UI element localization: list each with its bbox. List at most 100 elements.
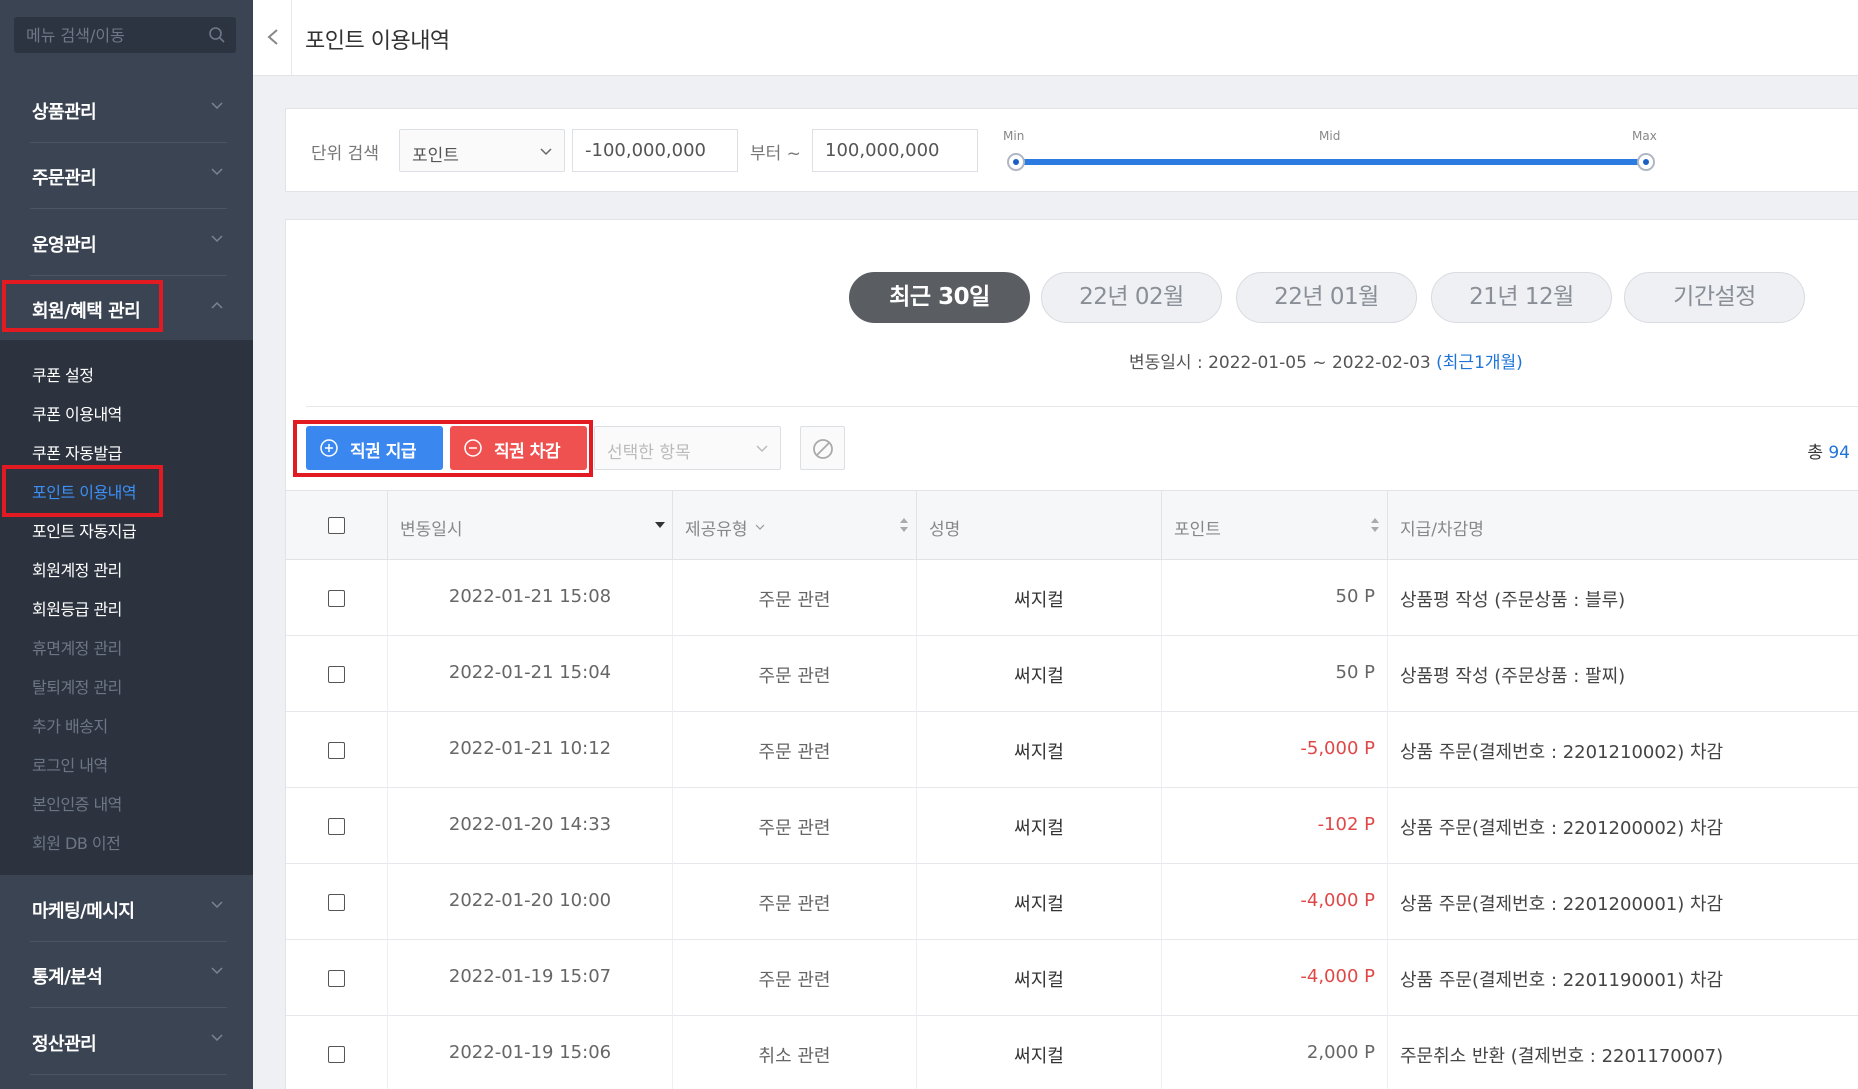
row-checkbox[interactable] — [328, 1046, 345, 1063]
search-icon[interactable] — [208, 26, 226, 44]
clear-selection-button[interactable] — [800, 426, 845, 470]
chevron-down-icon — [540, 148, 552, 156]
point-text: 2,000 P — [1306, 1042, 1375, 1063]
desc-text: 주문취소 반환 (결제번호 : 2201170007) — [1400, 1046, 1724, 1067]
cell-point: 50 P — [1162, 560, 1388, 636]
sidebar-item-member-accounts[interactable]: 회원계정 관리 — [32, 557, 122, 581]
date-text: 2022-01-19 15:06 — [448, 1042, 612, 1063]
period-tab-2021-12[interactable]: 21년 12월 — [1431, 272, 1612, 323]
sidebar-item-extra-addresses[interactable]: 추가 배송지 — [32, 713, 108, 737]
sidebar-item-point-auto-grant[interactable]: 포인트 자동지급 — [32, 518, 137, 542]
table-row[interactable]: 2022-01-21 15:04 주문 관련 써지컬 50 P 상품평 작성 (… — [286, 636, 1858, 712]
desc-text: 상품 주문(결제번호 : 2201200002) 차감 — [1400, 818, 1724, 839]
point-text: -102 P — [1317, 814, 1375, 835]
range-filter: 단위 검색 포인트 부터 ~ Min Mid Max — [285, 108, 1858, 192]
sidebar-item-coupon-settings[interactable]: 쿠폰 설정 — [32, 362, 94, 386]
max-value-input[interactable] — [812, 129, 978, 172]
type-text: 주문 관련 — [758, 970, 831, 991]
sidebar-item-login-history[interactable]: 로그인 내역 — [32, 752, 108, 776]
type-text: 주문 관련 — [758, 742, 831, 763]
point-text: -5,000 P — [1300, 738, 1375, 759]
sidebar-item-coupon-history[interactable]: 쿠폰 이용내역 — [32, 401, 122, 425]
sidebar-group-operations[interactable]: 운영관리 — [0, 209, 253, 275]
column-header-label: 지급/차감명 — [1400, 520, 1484, 540]
row-checkbox[interactable] — [328, 742, 345, 759]
table-row[interactable]: 2022-01-20 14:33 주문 관련 써지컬 -102 P 상품 주문(… — [286, 788, 1858, 864]
table-row[interactable]: 2022-01-21 15:08 주문 관련 써지컬 50 P 상품평 작성 (… — [286, 560, 1858, 636]
header-divider — [291, 0, 292, 76]
select-all-checkbox[interactable] — [328, 517, 345, 534]
period-tab-2022-01[interactable]: 22년 01월 — [1236, 272, 1417, 323]
period-range-hint[interactable]: (최근1개월) — [1436, 353, 1523, 373]
cell-name: 써지컬 — [917, 864, 1162, 940]
column-header-date[interactable]: 변동일시 — [388, 491, 673, 561]
sidebar-item-verification-history[interactable]: 본인인증 내역 — [32, 791, 122, 815]
chevron-down-icon — [211, 1034, 223, 1042]
period-tab-custom[interactable]: 기간설정 — [1624, 272, 1805, 323]
cell-date: 2022-01-19 15:07 — [388, 940, 673, 1016]
sidebar-group-settlement[interactable]: 정산관리 — [0, 1008, 253, 1074]
menu-search-input[interactable] — [26, 17, 206, 53]
sidebar-group-statistics[interactable]: 통계/분석 — [0, 941, 253, 1007]
row-checkbox[interactable] — [328, 590, 345, 607]
table-row[interactable]: 2022-01-20 10:00 주문 관련 써지컬 -4,000 P 상품 주… — [286, 864, 1858, 940]
highlight-box-point-history — [2, 465, 163, 517]
total-number: 94 — [1828, 443, 1850, 463]
sidebar: 상품관리 주문관리 운영관리 회원/혜택 관리 쿠폰 설정 쿠폰 이용내역 쿠폰… — [0, 0, 253, 1089]
name-text: 써지컬 — [1014, 590, 1064, 611]
cell-date: 2022-01-20 14:33 — [388, 788, 673, 864]
column-header-label: 포인트 — [1174, 520, 1221, 540]
chevron-down-icon — [211, 168, 223, 176]
sidebar-group-label: 주문관리 — [32, 168, 97, 189]
sidebar-group-label: 상품관리 — [32, 102, 97, 123]
sidebar-group-marketing[interactable]: 마케팅/메시지 — [0, 875, 253, 941]
min-value-input[interactable] — [572, 129, 738, 172]
sidebar-group-products[interactable]: 상품관리 — [0, 76, 253, 142]
period-tab-last-30-days[interactable]: 최근 30일 — [849, 272, 1030, 323]
selected-items-select[interactable]: 선택한 항목 — [594, 426, 781, 470]
table-row[interactable]: 2022-01-19 15:07 주문 관련 써지컬 -4,000 P 상품 주… — [286, 940, 1858, 1016]
slider-handle-min[interactable] — [1007, 153, 1025, 171]
cell-desc: 상품평 작성 (주문상품 : 블루) — [1388, 560, 1858, 636]
desc-text: 상품평 작성 (주문상품 : 블루) — [1400, 590, 1626, 611]
sidebar-item-dormant-accounts[interactable]: 휴면계정 관리 — [32, 635, 122, 659]
row-checkbox[interactable] — [328, 970, 345, 987]
table-row[interactable]: 2022-01-21 10:12 주문 관련 써지컬 -5,000 P 상품 주… — [286, 712, 1858, 788]
point-text: 50 P — [1335, 586, 1375, 607]
page-title: 포인트 이용내역 — [305, 29, 450, 54]
card-divider — [306, 406, 1858, 407]
sidebar-item-coupon-auto-issue[interactable]: 쿠폰 자동발급 — [32, 440, 122, 464]
column-header-point[interactable]: 포인트 — [1162, 491, 1388, 561]
cell-name: 써지컬 — [917, 636, 1162, 712]
cell-name: 써지컬 — [917, 712, 1162, 788]
sidebar-group-orders[interactable]: 주문관리 — [0, 142, 253, 208]
cell-point: -102 P — [1162, 788, 1388, 864]
type-text: 주문 관련 — [758, 590, 831, 611]
chevron-down-icon — [211, 901, 223, 909]
cell-name: 써지컬 — [917, 788, 1162, 864]
unit-select[interactable]: 포인트 — [399, 129, 565, 172]
desc-text: 상품평 작성 (주문상품 : 팔찌) — [1400, 666, 1626, 687]
date-text: 2022-01-21 15:04 — [448, 662, 612, 683]
sidebar-item-member-grades[interactable]: 회원등급 관리 — [32, 596, 122, 620]
column-header-type[interactable]: 제공유형 — [673, 491, 917, 561]
sidebar-item-withdrawn-accounts[interactable]: 탈퇴계정 관리 — [32, 674, 122, 698]
row-checkbox[interactable] — [328, 818, 345, 835]
row-checkbox[interactable] — [328, 666, 345, 683]
table-row[interactable]: 2022-01-19 15:06 취소 관련 써지컬 2,000 P 주문취소 … — [286, 1016, 1858, 1089]
sidebar-item-member-db-transfer[interactable]: 회원 DB 이전 — [32, 830, 121, 854]
highlight-box-members — [2, 280, 163, 332]
highlight-box-actions — [293, 420, 593, 477]
sidebar-group-label: 통계/분석 — [32, 967, 103, 988]
range-slider-track[interactable] — [1016, 159, 1646, 165]
sort-icon — [1371, 518, 1379, 532]
name-text: 써지컬 — [1014, 970, 1064, 991]
column-header-desc: 지급/차감명 — [1388, 491, 1858, 561]
chevron-left-icon[interactable] — [261, 22, 285, 52]
period-tab-2022-02[interactable]: 22년 02월 — [1041, 272, 1222, 323]
cell-type: 주문 관련 — [673, 864, 917, 940]
column-header-label: 성명 — [929, 520, 961, 540]
slider-handle-max[interactable] — [1637, 153, 1655, 171]
chevron-down-icon — [211, 967, 223, 975]
row-checkbox[interactable] — [328, 894, 345, 911]
